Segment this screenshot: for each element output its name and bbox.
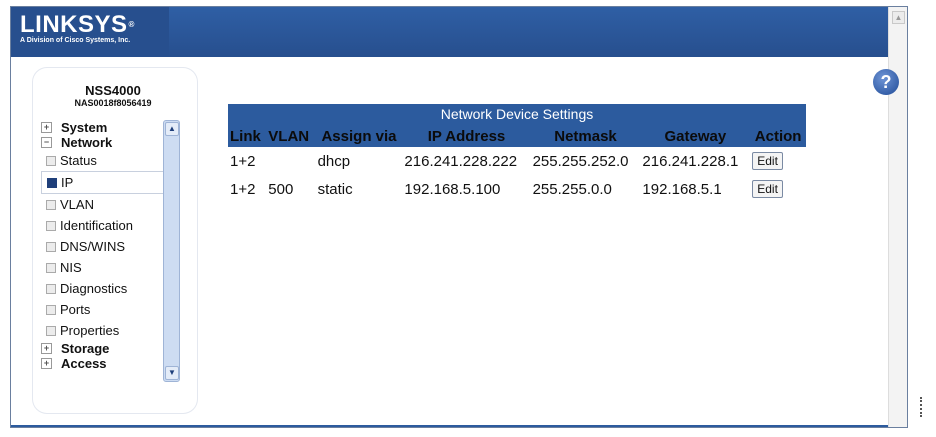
menu-item-properties[interactable]: Properties xyxy=(41,320,171,341)
cell-vlan: 500 xyxy=(268,180,294,198)
logo-tagline: A Division of Cisco Systems, Inc. xyxy=(20,37,131,44)
column-header: IP Address xyxy=(402,125,531,147)
cell-gateway: 192.168.5.1 xyxy=(642,180,722,198)
edit-button[interactable]: Edit xyxy=(752,152,783,170)
menu-item-dns-wins[interactable]: DNS/WINS xyxy=(41,236,171,257)
table-row: 1+2 500 static 192.168.5.100 255.255.0.0… xyxy=(228,175,806,203)
menu-item-nis[interactable]: NIS xyxy=(41,257,171,278)
menu-item-label: Access xyxy=(61,356,107,371)
menu-item-status[interactable]: Status xyxy=(41,150,171,171)
header-bar: LINKSYS® A Division of Cisco Systems, In… xyxy=(11,7,907,57)
chevron-down-icon[interactable]: ▼ xyxy=(165,366,179,380)
cell-assign: static xyxy=(317,180,353,198)
help-icon[interactable]: ? xyxy=(873,69,899,95)
column-header: Link xyxy=(228,125,267,147)
network-settings-table: Network Device Settings Link VLAN Assign… xyxy=(228,104,806,203)
logo-brand: LINKSYS xyxy=(20,11,128,38)
menu-item-label: DNS/WINS xyxy=(60,239,125,254)
cell-link: 1+2 xyxy=(230,152,256,170)
menu-item-storage[interactable]: + Storage xyxy=(41,341,171,356)
menu-item-identification[interactable]: Identification xyxy=(41,215,171,236)
expand-icon[interactable]: + xyxy=(41,122,52,134)
cell-action: Edit xyxy=(750,175,806,203)
cell-gateway: 216.241.228.1 xyxy=(642,152,739,170)
bullet-icon xyxy=(46,262,56,273)
menu-item-label: VLAN xyxy=(60,197,94,212)
edit-button[interactable]: Edit xyxy=(752,180,783,198)
bullet-icon xyxy=(46,304,56,315)
linksys-logo: LINKSYS® A Division of Cisco Systems, In… xyxy=(20,11,135,45)
menu-item-label: Status xyxy=(60,153,97,168)
expand-icon[interactable]: + xyxy=(41,343,52,355)
bullet-icon xyxy=(46,241,56,252)
scroll-up-icon[interactable]: ▲ xyxy=(892,11,905,24)
cell-ip: 216.241.228.222 xyxy=(404,152,518,170)
menu-item-vlan[interactable]: VLAN xyxy=(41,194,171,215)
device-name: NSS4000 xyxy=(85,83,141,98)
cell-netmask: 255.255.0.0 xyxy=(532,180,612,198)
cell-action: Edit xyxy=(750,147,806,175)
table-title: Network Device Settings xyxy=(228,104,806,125)
column-header: Gateway xyxy=(640,125,751,147)
cell-vlan xyxy=(266,147,315,175)
menu-scrollbar[interactable]: ▲ ▼ xyxy=(163,120,180,382)
menu-item-system[interactable]: + System xyxy=(41,120,171,135)
menu-item-ip[interactable]: IP xyxy=(41,171,174,194)
menu-item-network[interactable]: − Network xyxy=(41,135,171,150)
menu-item-label: NIS xyxy=(60,260,82,275)
sidebar-panel: NSS4000 NAS0018f8056419 + System − Network… xyxy=(33,68,197,413)
menu-item-label: Identification xyxy=(60,218,133,233)
bullet-icon xyxy=(46,325,56,336)
column-header: Netmask xyxy=(530,125,641,147)
table-header-row: Link VLAN Assign via IP Address Netmask … xyxy=(228,125,806,147)
chevron-up-icon[interactable]: ▲ xyxy=(165,122,179,136)
bullet-icon xyxy=(46,199,56,210)
bullet-icon xyxy=(47,177,57,188)
menu-item-ports[interactable]: Ports xyxy=(41,299,171,320)
cell-assign: dhcp xyxy=(317,152,351,170)
column-header: Action xyxy=(750,125,806,147)
column-header: VLAN xyxy=(266,125,316,147)
menu-item-label: Network xyxy=(61,135,113,150)
bullet-icon xyxy=(46,155,56,166)
collapse-icon[interactable]: − xyxy=(41,137,52,149)
bullet-icon xyxy=(46,220,56,231)
table-row: 1+2 dhcp 216.241.228.222 255.255.252.0 2… xyxy=(228,147,806,175)
cell-link: 1+2 xyxy=(230,180,256,198)
menu-item-label: System xyxy=(61,120,108,135)
menu-item-label: Diagnostics xyxy=(60,281,128,296)
menu-item-diagnostics[interactable]: Diagnostics xyxy=(41,278,171,299)
cell-ip: 192.168.5.100 xyxy=(404,180,501,198)
menu-item-label: Properties xyxy=(60,323,120,338)
column-header: Assign via xyxy=(315,125,403,147)
device-serial: NAS0018f8056419 xyxy=(74,98,152,108)
expand-icon[interactable]: + xyxy=(41,358,52,370)
app-window: LINKSYS® A Division of Cisco Systems, In… xyxy=(10,6,908,428)
menu-item-label: IP xyxy=(61,175,74,190)
menu-item-access[interactable]: + Access xyxy=(41,356,171,371)
edge-marks xyxy=(920,397,928,417)
sidebar-menu: + System − Network Status IP VLAN Identifi… xyxy=(41,120,174,371)
menu-item-label: Storage xyxy=(61,341,110,356)
bullet-icon xyxy=(46,283,56,294)
cell-netmask: 255.255.252.0 xyxy=(532,152,629,170)
footer-bar xyxy=(11,425,907,427)
menu-item-label: Ports xyxy=(60,302,91,317)
